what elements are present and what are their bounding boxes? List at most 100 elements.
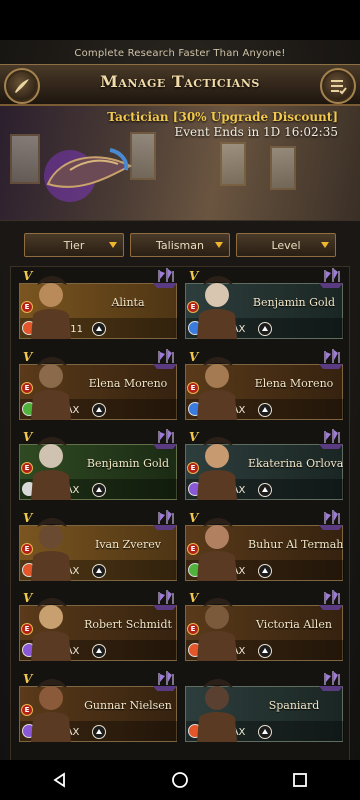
tactician-portrait bbox=[31, 598, 71, 661]
upgrade-arrow-button[interactable] bbox=[92, 644, 106, 658]
tactician-portrait bbox=[197, 356, 237, 420]
tactician-card[interactable]: V Ekaterina Orlova Lv. MAX E bbox=[185, 429, 345, 506]
tier-e-badge: E bbox=[21, 623, 33, 635]
tier-e-badge: E bbox=[187, 381, 199, 394]
filter-bar: Tier Talisman Level bbox=[0, 220, 360, 266]
upgrade-arrow-button[interactable] bbox=[258, 402, 272, 417]
tactician-card[interactable]: V Gunnar Nielsen Lv. MAX E bbox=[19, 670, 179, 748]
tactician-name: Benjamin Gold bbox=[252, 296, 336, 309]
tactician-name: Ivan Zverev bbox=[94, 537, 162, 551]
triangle-back-icon bbox=[53, 772, 65, 788]
tier-e-badge: E bbox=[21, 542, 33, 555]
tactician-card[interactable]: V Victoria Allen Lv. MAX E bbox=[185, 590, 345, 667]
tactician-portrait bbox=[197, 678, 237, 742]
upgrade-arrow-button[interactable] bbox=[92, 563, 106, 578]
tier-e-badge: E bbox=[21, 381, 33, 394]
event-timer: Event Ends in 1D 16:02:35 bbox=[174, 125, 339, 139]
tier-e-badge: E bbox=[187, 301, 199, 313]
ship-icon bbox=[319, 348, 343, 369]
tactician-name: Benjamin Gold bbox=[86, 457, 170, 470]
tactician-portrait bbox=[197, 437, 237, 500]
research-banner: Complete Research Faster Than Anyone! bbox=[74, 47, 286, 59]
upgrade-arrow-button[interactable] bbox=[92, 483, 106, 497]
window-decoration bbox=[10, 134, 40, 184]
upgrade-arrow-button[interactable] bbox=[258, 644, 272, 658]
tactician-card[interactable]: V Elena Moreno Lv. MAX E bbox=[19, 348, 179, 426]
tier-e-badge: E bbox=[21, 462, 33, 474]
tactician-portrait bbox=[31, 517, 71, 581]
ship-icon bbox=[319, 590, 343, 610]
square-recents-icon bbox=[293, 773, 307, 787]
tier-e-badge: E bbox=[187, 623, 199, 635]
ship-icon bbox=[153, 509, 177, 530]
nav-recents-button[interactable] bbox=[280, 760, 320, 800]
tactician-portrait bbox=[31, 437, 71, 500]
window-decoration bbox=[270, 146, 296, 190]
upgrade-arrow-button[interactable] bbox=[92, 724, 106, 739]
tactician-card[interactable]: V Benjamin Gold Lv. MAX E bbox=[185, 268, 345, 345]
upgrade-arrow-button[interactable] bbox=[258, 483, 272, 497]
page-title: Manage Tacticians bbox=[100, 72, 260, 91]
level-filter-dropdown[interactable]: Level bbox=[236, 233, 336, 257]
tier-filter-dropdown[interactable]: Tier bbox=[24, 233, 124, 257]
tactician-name: Alinta bbox=[111, 296, 145, 309]
ship-icon bbox=[319, 268, 343, 288]
upgrade-arrow-button[interactable] bbox=[258, 563, 272, 578]
circle-home-icon bbox=[172, 772, 188, 788]
task-list-button[interactable] bbox=[320, 68, 356, 104]
tactician-card[interactable]: V Robert Schmidt Lv. MAX E bbox=[19, 590, 179, 667]
tactician-name: Buhur Al Termah bbox=[248, 537, 344, 551]
talisman-filter-label: Talisman bbox=[156, 238, 204, 252]
tricorn-hat-icon bbox=[44, 148, 133, 202]
ship-icon bbox=[153, 268, 177, 288]
event-banner[interactable]: Tactician [30% Upgrade Discount] Event E… bbox=[0, 106, 360, 220]
ship-icon bbox=[319, 670, 343, 691]
ship-icon bbox=[153, 590, 177, 610]
tactician-card[interactable]: V Ivan Zverev Lv. MAX E bbox=[19, 509, 179, 587]
tactician-name: Spaniard bbox=[268, 698, 320, 712]
android-nav-bar bbox=[0, 760, 360, 800]
tier-filter-label: Tier bbox=[63, 238, 85, 252]
title-bar: Manage Tacticians bbox=[0, 64, 360, 106]
event-info: Tactician [30% Upgrade Discount] Event E… bbox=[107, 110, 338, 140]
tactician-card[interactable]: V Alinta SLv.1-11 E bbox=[19, 268, 179, 345]
tactician-name: Elena Moreno bbox=[88, 376, 168, 390]
tier-e-badge: E bbox=[21, 301, 33, 313]
upgrade-arrow-button[interactable] bbox=[258, 322, 272, 336]
tactician-card[interactable]: V Benjamin Gold Lv. MAX E bbox=[19, 429, 179, 506]
tactician-grid[interactable]: V Alinta SLv.1-11 E V Benjamin Gold Lv. bbox=[10, 266, 350, 760]
tactician-name: Gunnar Nielsen bbox=[84, 698, 172, 712]
tactician-name: Ekaterina Orlova bbox=[248, 457, 344, 470]
tactician-name: Robert Schmidt bbox=[84, 618, 172, 631]
tier-e-badge: E bbox=[187, 462, 199, 474]
tactician-card[interactable]: Spaniard Lv. MAX bbox=[185, 670, 345, 748]
ship-icon bbox=[153, 429, 177, 449]
tactician-portrait bbox=[31, 356, 71, 420]
tactician-portrait bbox=[31, 678, 71, 742]
dropdown-arrow-icon bbox=[215, 242, 223, 248]
talisman-filter-dropdown[interactable]: Talisman bbox=[130, 233, 230, 257]
event-title: Tactician [30% Upgrade Discount] bbox=[107, 110, 338, 124]
tactician-card[interactable]: V Elena Moreno Lv. MAX E bbox=[185, 348, 345, 426]
tactician-card[interactable]: V Buhur Al Termah Lv. MAX E bbox=[185, 509, 345, 587]
tactician-name: Victoria Allen bbox=[256, 618, 332, 631]
window-decoration bbox=[220, 142, 246, 186]
tactician-portrait bbox=[197, 598, 237, 661]
level-filter-label: Level bbox=[271, 238, 301, 252]
nav-home-button[interactable] bbox=[160, 760, 200, 800]
tier-e-badge: E bbox=[187, 542, 199, 555]
dropdown-arrow-icon bbox=[109, 242, 117, 248]
checklist-icon bbox=[331, 80, 347, 95]
ship-icon bbox=[319, 509, 343, 530]
dropdown-arrow-icon bbox=[321, 242, 329, 248]
tier-e-badge: E bbox=[21, 703, 33, 716]
upgrade-arrow-button[interactable] bbox=[92, 322, 106, 336]
ship-icon bbox=[153, 670, 177, 691]
ship-icon bbox=[153, 348, 177, 369]
tactician-portrait bbox=[197, 517, 237, 581]
upgrade-arrow-button[interactable] bbox=[92, 402, 106, 417]
nav-back-button[interactable] bbox=[40, 760, 80, 800]
status-bar bbox=[0, 0, 360, 40]
ship-icon bbox=[319, 429, 343, 449]
upgrade-arrow-button[interactable] bbox=[258, 724, 272, 739]
